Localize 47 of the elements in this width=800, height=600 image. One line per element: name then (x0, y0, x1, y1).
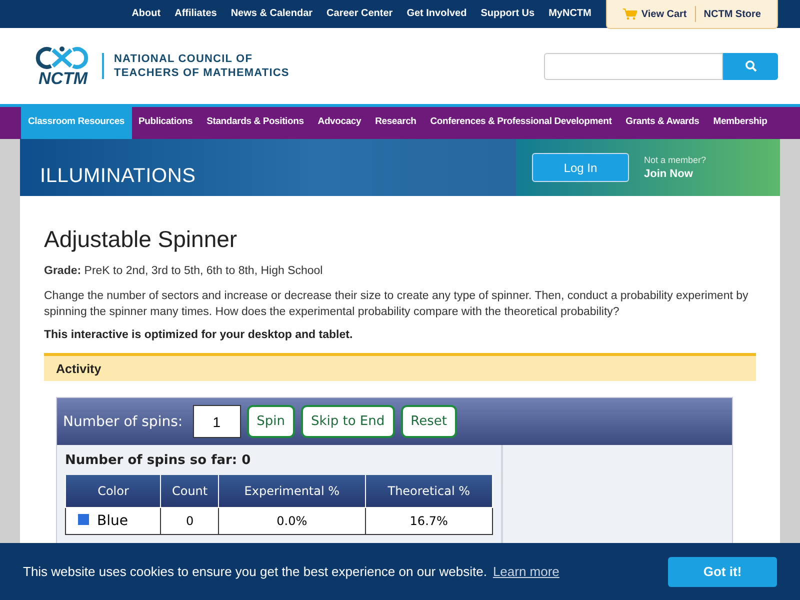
section-header: Activity (44, 353, 756, 381)
main-nav-tab[interactable]: Publications (132, 107, 200, 139)
organization-name: TEACHERS OF MATHEMATICS (114, 67, 290, 79)
top-nav-link[interactable]: News & Calendar (230, 0, 313, 28)
top-nav-link[interactable]: Affiliates (174, 0, 217, 28)
logo-symbol-icon (35, 46, 91, 70)
top-nav-link[interactable]: Career Center (326, 0, 393, 28)
main-nav-tab[interactable]: Grants & Awards (618, 107, 706, 139)
spins-label: Number of spins: (63, 414, 183, 430)
app-button[interactable]: Reset (400, 405, 457, 438)
top-nav-link[interactable]: Get Involved (406, 0, 467, 28)
grade-text: Grade: PreK to 2nd, 3rd to 5th, 6th to 8th, High School (44, 264, 324, 279)
spins-count-text: Number of spins so far: 0 (65, 453, 252, 468)
color-name: Blue (97, 512, 128, 528)
learn-more-link[interactable]: Learn more (492, 564, 560, 579)
main-nav-tab[interactable]: Research (368, 107, 424, 139)
app-button[interactable]: Skip to End (300, 405, 395, 438)
main-nav-tab[interactable]: Conferences & Professional Development (423, 107, 619, 139)
search-field[interactable] (544, 52, 723, 80)
optimization-note: This interactive is optimized for your desktop and tablet. (44, 329, 354, 341)
main-nav-tab[interactable]: Standards & Positions (200, 107, 311, 139)
description-text: Change the number of sectors and increase or decrease their size to create any type of spinner. Then, conduct a probability experiment by spinning the spinner many times. How does the experimental probability compare with the theoretical probability? (44, 289, 750, 320)
main-nav-tab[interactable]: Advocacy (310, 107, 368, 139)
main-nav-tab[interactable]: Membership (706, 107, 774, 139)
column-header: Theoretical % (365, 475, 492, 507)
search-button[interactable] (723, 52, 778, 80)
search-icon (744, 60, 756, 72)
top-nav-link[interactable]: MyNCTM (548, 0, 592, 28)
column-header: Color (66, 475, 161, 507)
top-nav-link[interactable]: About (132, 0, 161, 28)
banner-title: ILLUMINATIONS (40, 165, 196, 188)
table-cell: 16.7% (365, 507, 492, 534)
organization-name: NATIONAL COUNCIL OF (114, 53, 254, 65)
column-header: Count (160, 475, 219, 507)
store-link[interactable]: NCTM Store (696, 8, 769, 20)
app-button[interactable]: Spin (246, 405, 295, 438)
table-cell: 0 (160, 507, 219, 534)
column-header: Experimental % (218, 475, 366, 507)
top-nav-link[interactable]: Support Us (480, 0, 535, 28)
view-cart-link[interactable]: View Cart (615, 8, 695, 20)
table-cell: 0.0% (218, 507, 366, 534)
logo-text: NCTM (38, 70, 88, 86)
page-title: Adjustable Spinner (44, 226, 238, 253)
spins-input[interactable]: 1 (192, 405, 241, 438)
member-prompt: Not a member? (644, 155, 706, 165)
shopping-cart-icon (623, 8, 638, 20)
cookie-message: This website uses cookies to ensure you get the best experience on our website. Learn more (23, 564, 560, 579)
